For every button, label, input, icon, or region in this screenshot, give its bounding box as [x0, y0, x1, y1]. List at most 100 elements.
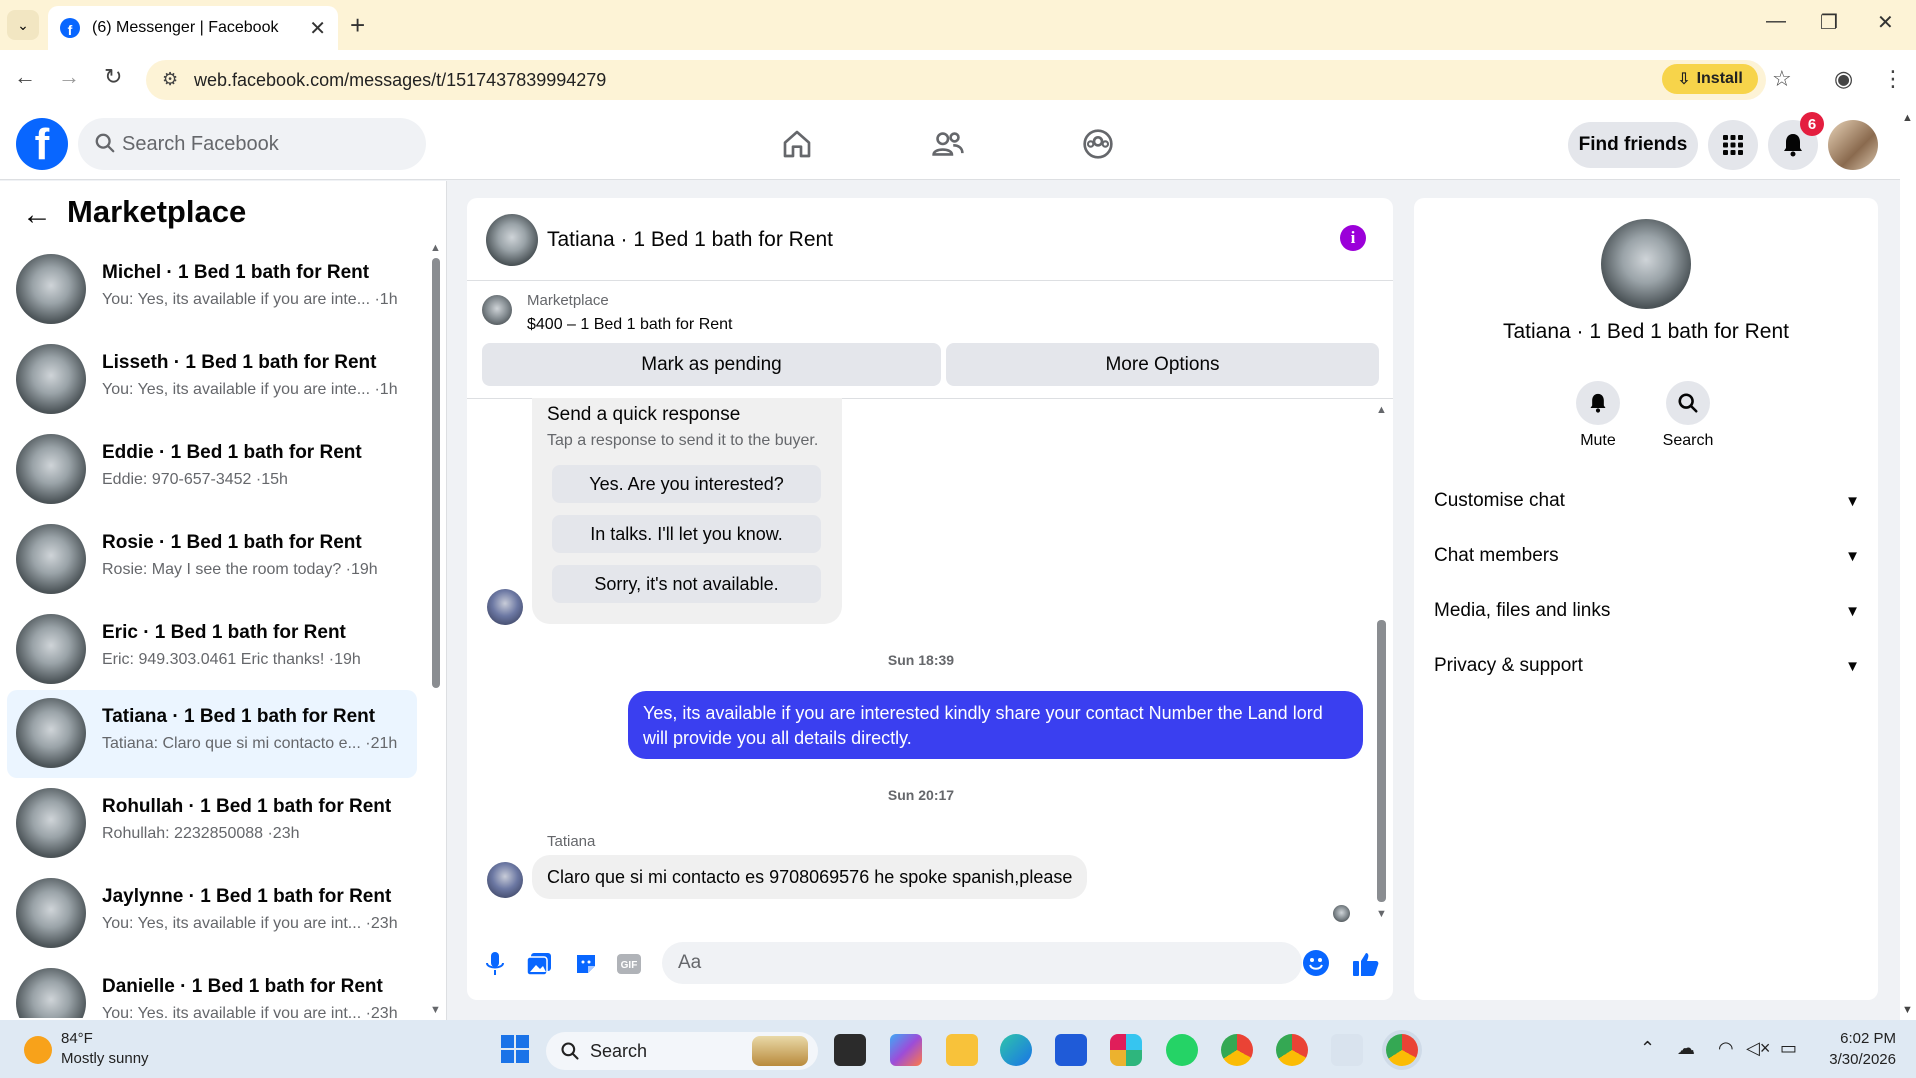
- install-button[interactable]: ⇩ Install: [1662, 64, 1758, 94]
- close-window-icon[interactable]: ✕: [1877, 10, 1894, 35]
- quick-response-label: Sorry, it's not available.: [594, 573, 779, 594]
- media-files-links-row[interactable]: Media, files and links ▼: [1434, 586, 1860, 636]
- mark-as-pending-button[interactable]: Mark as pending: [482, 343, 941, 386]
- conversation-item[interactable]: Rohullah · 1 Bed 1 bath for Rent Rohulla…: [7, 780, 417, 868]
- taskbar-search[interactable]: Search: [546, 1032, 818, 1070]
- microphone-icon[interactable]: [481, 950, 509, 978]
- outgoing-message[interactable]: Yes, its available if you are interested…: [628, 691, 1363, 759]
- restore-icon[interactable]: ❐: [1820, 10, 1838, 35]
- weather-description[interactable]: Mostly sunny: [61, 1050, 149, 1067]
- scroll-up-icon[interactable]: ▲: [430, 242, 441, 254]
- file-explorer-icon[interactable]: [946, 1034, 978, 1066]
- volume-muted-icon[interactable]: ◁×: [1746, 1038, 1770, 1059]
- conversation-item[interactable]: Michel · 1 Bed 1 bath for Rent You: Yes,…: [7, 246, 417, 334]
- snipping-tool-icon[interactable]: [1331, 1034, 1363, 1066]
- menu-icon[interactable]: ⋮: [1882, 66, 1904, 92]
- search-facebook-input[interactable]: Search Facebook: [78, 118, 426, 170]
- page-scroll-up-icon[interactable]: ▲: [1902, 112, 1913, 124]
- find-friends-button[interactable]: Find friends: [1568, 122, 1698, 168]
- windows-start-icon[interactable]: [500, 1034, 530, 1069]
- friends-icon[interactable]: [928, 124, 968, 164]
- reload-icon[interactable]: ↻: [104, 64, 122, 90]
- quick-response-button[interactable]: Sorry, it's not available.: [552, 565, 821, 603]
- facebook-logo-icon[interactable]: f: [16, 118, 68, 170]
- slack-icon[interactable]: [1110, 1034, 1142, 1066]
- like-thumbs-up-icon[interactable]: [1352, 950, 1380, 978]
- message-input[interactable]: Aa: [662, 942, 1302, 984]
- seen-indicator-avatar: [1333, 905, 1350, 922]
- page-scroll-down-icon[interactable]: ▼: [1902, 1004, 1913, 1016]
- incoming-message[interactable]: Claro que si mi contacto es 9708069576 h…: [532, 855, 1088, 899]
- page-scrollbar[interactable]: [1900, 108, 1916, 1020]
- url-text: web.facebook.com/messages/t/151743783999…: [194, 69, 607, 90]
- store-icon[interactable]: [1055, 1034, 1087, 1066]
- search-in-chat-button[interactable]: [1666, 381, 1710, 425]
- info-icon[interactable]: i: [1340, 225, 1366, 251]
- conversation-item[interactable]: Eric · 1 Bed 1 bath for Rent Eric: 949.3…: [7, 606, 417, 694]
- customise-chat-row[interactable]: Customise chat ▼: [1434, 476, 1860, 526]
- microsoft-365-icon[interactable]: [890, 1034, 922, 1066]
- wifi-icon[interactable]: ◠: [1718, 1038, 1734, 1059]
- emoji-icon[interactable]: [1303, 950, 1329, 976]
- quick-response-button[interactable]: Yes. Are you interested?: [552, 465, 821, 503]
- sidebar-scrollbar[interactable]: [432, 258, 440, 688]
- site-settings-icon[interactable]: ⚙: [162, 69, 178, 90]
- chat-scroll-up-icon[interactable]: ▲: [1376, 404, 1387, 416]
- more-options-button[interactable]: More Options: [946, 343, 1379, 386]
- url-field[interactable]: ⚙ web.facebook.com/messages/t/1517437839…: [146, 60, 1766, 100]
- listing-thumbnail: [16, 524, 86, 594]
- sticker-icon[interactable]: [572, 950, 600, 978]
- chat-scroll-down-icon[interactable]: ▼: [1376, 908, 1387, 920]
- conversation-item-active[interactable]: Tatiana · 1 Bed 1 bath for Rent Tatiana:…: [7, 690, 417, 778]
- back-arrow-icon[interactable]: ←: [22, 198, 52, 232]
- minimize-icon[interactable]: —: [1766, 10, 1786, 33]
- show-hidden-icons-chevron-icon[interactable]: ⌃: [1640, 1038, 1655, 1059]
- chat-title[interactable]: Tatiana · 1 Bed 1 bath for Rent: [547, 228, 833, 252]
- edge-icon[interactable]: [1000, 1034, 1032, 1066]
- clock-time[interactable]: 6:02 PM: [1826, 1030, 1896, 1047]
- forward-icon[interactable]: →: [58, 64, 80, 90]
- chrome-icon[interactable]: [1221, 1034, 1253, 1066]
- notification-badge: 6: [1800, 112, 1824, 136]
- menu-grid-icon[interactable]: [1708, 120, 1758, 170]
- task-view-icon[interactable]: [834, 1034, 866, 1066]
- listing-thumbnail: [16, 344, 86, 414]
- conversation-item[interactable]: Eddie · 1 Bed 1 bath for Rent Eddie: 970…: [7, 426, 417, 514]
- close-tab-icon[interactable]: ✕: [309, 16, 326, 41]
- search-placeholder: Search Facebook: [122, 132, 279, 155]
- photo-icon[interactable]: [525, 950, 553, 978]
- listing-title[interactable]: $400 – 1 Bed 1 bath for Rent: [527, 316, 732, 334]
- mute-button[interactable]: [1576, 381, 1620, 425]
- chat-scrollbar[interactable]: [1377, 620, 1386, 902]
- onedrive-icon[interactable]: ☁: [1677, 1038, 1695, 1059]
- sender-avatar[interactable]: [487, 589, 523, 625]
- quick-response-button[interactable]: In talks. I'll let you know.: [552, 515, 821, 553]
- scroll-down-icon[interactable]: ▼: [430, 1004, 441, 1016]
- privacy-support-row[interactable]: Privacy & support ▼: [1434, 641, 1860, 691]
- weather-temperature[interactable]: 84°F: [61, 1030, 93, 1047]
- conversation-name: Rosie · 1 Bed 1 bath for Rent: [102, 532, 362, 553]
- conversation-item[interactable]: Danielle · 1 Bed 1 bath for Rent You: Ye…: [7, 960, 417, 1018]
- chat-avatar[interactable]: [486, 214, 538, 266]
- clock-date[interactable]: 3/30/2026: [1816, 1051, 1896, 1068]
- chrome-profile-icon[interactable]: [1276, 1034, 1308, 1066]
- tab-search-button[interactable]: ⌄: [7, 10, 39, 40]
- conversation-item[interactable]: Jaylynne · 1 Bed 1 bath for Rent You: Ye…: [7, 870, 417, 958]
- profile-icon[interactable]: ◉: [1834, 66, 1853, 92]
- back-icon[interactable]: ←: [14, 64, 36, 90]
- weather-sun-icon[interactable]: [24, 1036, 52, 1064]
- browser-tab[interactable]: f (6) Messenger | Facebook ✕: [48, 6, 338, 50]
- new-tab-icon[interactable]: +: [350, 10, 365, 41]
- chrome-active-icon[interactable]: [1386, 1034, 1418, 1066]
- bookmark-star-icon[interactable]: ☆: [1772, 66, 1792, 92]
- whatsapp-icon[interactable]: [1166, 1034, 1198, 1066]
- sender-avatar[interactable]: [487, 862, 523, 898]
- battery-icon[interactable]: ▭: [1780, 1038, 1797, 1059]
- account-avatar[interactable]: [1828, 120, 1878, 170]
- chat-members-row[interactable]: Chat members ▼: [1434, 531, 1860, 581]
- gif-icon[interactable]: GIF: [615, 950, 643, 978]
- groups-icon[interactable]: [1078, 124, 1118, 164]
- conversation-item[interactable]: Rosie · 1 Bed 1 bath for Rent Rosie: May…: [7, 516, 417, 604]
- conversation-item[interactable]: Lisseth · 1 Bed 1 bath for Rent You: Yes…: [7, 336, 417, 424]
- home-icon[interactable]: [777, 124, 817, 164]
